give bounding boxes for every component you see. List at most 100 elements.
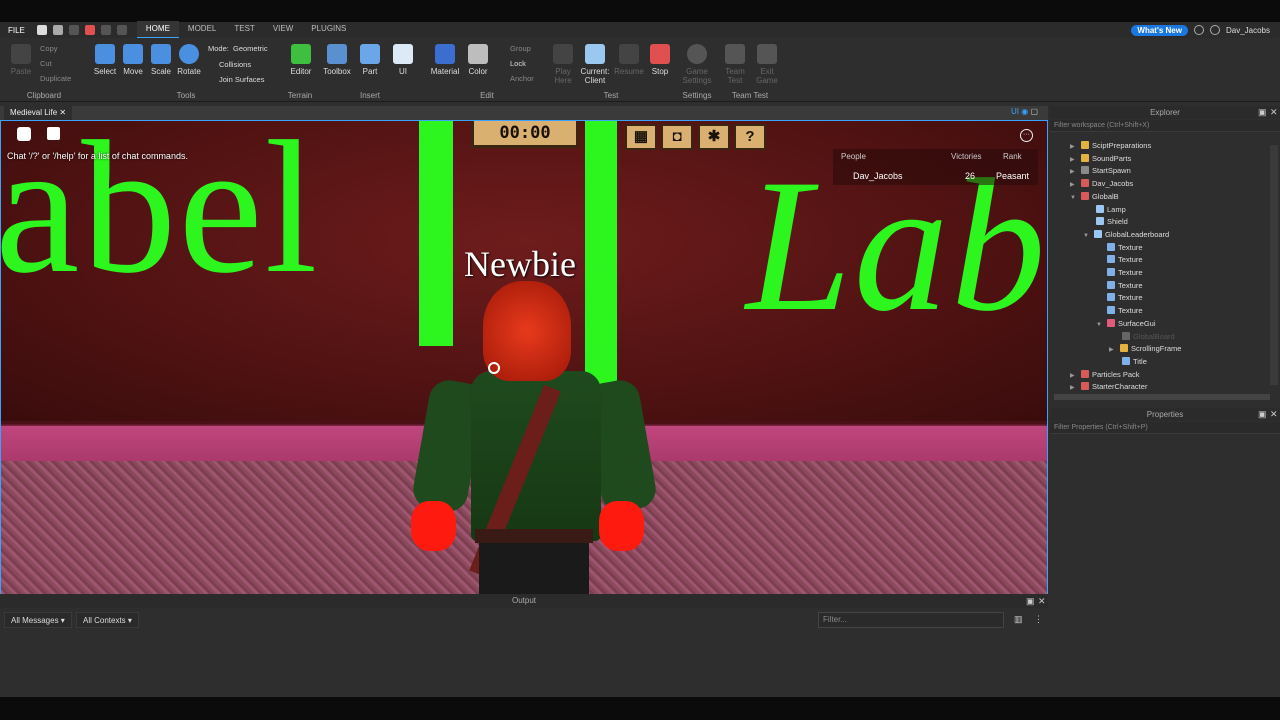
tree-node[interactable]: Lamp xyxy=(1096,204,1126,217)
ui-button[interactable]: UI xyxy=(386,44,420,76)
model-icon xyxy=(1081,179,1089,188)
test-label: Test xyxy=(603,91,619,100)
resume-button[interactable]: Resume xyxy=(612,44,646,76)
color-button[interactable]: Color xyxy=(461,44,495,76)
undock-icon[interactable]: ▣ xyxy=(1258,409,1267,420)
file-menu[interactable]: FILE xyxy=(0,26,33,35)
group-button[interactable]: Group xyxy=(510,44,531,53)
game-settings-button[interactable]: Game Settings xyxy=(680,44,714,85)
terrain-editor-button[interactable]: Editor xyxy=(284,44,318,76)
play-here-button[interactable]: Play Here xyxy=(546,44,580,85)
binoculars-icon[interactable] xyxy=(52,25,63,35)
more-icon[interactable]: ⋮ xyxy=(1034,614,1043,625)
clear-output-icon[interactable]: ▥ xyxy=(1014,614,1023,625)
close-icon[interactable]: ✕ xyxy=(59,108,66,117)
tree-node[interactable]: ▶ StarterCharacter xyxy=(1070,381,1147,394)
more-options-icon[interactable]: ··· xyxy=(1020,129,1033,142)
tree-node[interactable]: ▼ GlobalB xyxy=(1070,191,1119,204)
rotate-button[interactable]: Rotate xyxy=(172,44,206,76)
redo-icon[interactable] xyxy=(116,25,127,35)
properties-filter-input[interactable]: Filter Properties (Ctrl+Shift+P) xyxy=(1050,422,1280,434)
part-icon xyxy=(1096,217,1104,226)
material-icon xyxy=(435,44,455,64)
tab-view[interactable]: VIEW xyxy=(264,21,302,39)
part-button[interactable]: Part xyxy=(353,44,387,76)
tree-node[interactable]: Shield xyxy=(1096,216,1128,229)
output-filter-input[interactable]: Filter... xyxy=(818,612,1004,628)
tab-test[interactable]: TEST xyxy=(225,21,263,39)
material-button[interactable]: Material xyxy=(428,44,462,76)
team-test-group: Team Test Exit Game Team Test xyxy=(718,38,782,102)
tree-node[interactable]: Title xyxy=(1122,356,1147,369)
tree-node[interactable]: Texture xyxy=(1107,292,1143,305)
play-icon[interactable] xyxy=(68,25,79,35)
undock-icon[interactable]: ▣ xyxy=(1258,107,1267,118)
tree-node[interactable]: ▶ StartSpawn xyxy=(1070,165,1131,178)
whats-new-button[interactable]: What's New xyxy=(1131,24,1188,36)
viewport-tab-bar: Medieval Life ✕ UI ◉ ▢ xyxy=(0,106,1048,120)
copy-button[interactable]: Copy xyxy=(40,44,58,53)
duplicate-button[interactable]: Duplicate xyxy=(40,74,71,83)
close-icon[interactable]: ✕ xyxy=(1270,409,1278,420)
tree-node[interactable]: ▶ Dav_Jacobs xyxy=(1070,178,1133,191)
current-client-button[interactable]: Current: Client xyxy=(578,44,612,85)
tree-node[interactable]: ▶ Particles Pack xyxy=(1070,369,1140,382)
inventory-button[interactable]: ◘ xyxy=(661,124,693,150)
tree-node[interactable]: Texture xyxy=(1107,305,1143,318)
shop-button[interactable]: ▦ xyxy=(625,124,657,150)
anchor-button[interactable]: Anchor xyxy=(510,74,534,83)
lb-player-name[interactable]: Dav_Jacobs xyxy=(853,171,903,181)
explorer-hscrollbar[interactable] xyxy=(1054,394,1270,400)
tab-plugins[interactable]: PLUGINS xyxy=(302,21,355,39)
texture-icon xyxy=(1107,280,1115,289)
tree-node[interactable]: ▼ SurfaceGui xyxy=(1096,318,1156,331)
tab-home[interactable]: HOME xyxy=(136,21,179,39)
tree-node[interactable]: Texture xyxy=(1107,242,1143,255)
help-icon[interactable] xyxy=(1193,25,1204,35)
explorer-filter-input[interactable]: Filter workspace (Ctrl+Shift+X) xyxy=(1050,120,1280,132)
team-test-button[interactable]: Team Test xyxy=(718,44,752,85)
explorer-scrollbar[interactable] xyxy=(1270,145,1278,385)
tree-node[interactable]: ▶ SciptPreparations xyxy=(1070,140,1151,153)
game-viewport[interactable]: abel Lab Newbie Chat '/?' or '/help' for… xyxy=(0,120,1048,610)
tab-medieval-life[interactable]: Medieval Life ✕ xyxy=(4,106,73,120)
tree-node[interactable]: Texture xyxy=(1107,267,1143,280)
tab-model[interactable]: MODEL xyxy=(179,21,225,39)
ui-toggle[interactable]: UI ◉ ▢ xyxy=(1011,107,1038,116)
tree-node[interactable]: ▶ SoundParts xyxy=(1070,153,1131,166)
collisions-toggle[interactable]: Collisions xyxy=(219,60,251,69)
exit-game-button[interactable]: Exit Game xyxy=(750,44,784,85)
cut-button[interactable]: Cut xyxy=(40,59,52,68)
tree-node[interactable]: Texture xyxy=(1107,254,1143,267)
settings-button[interactable]: ✱ xyxy=(698,124,730,150)
new-file-icon[interactable] xyxy=(36,25,47,35)
undock-icon[interactable]: ▣ xyxy=(1026,596,1035,607)
share-icon[interactable] xyxy=(1209,25,1220,35)
close-icon[interactable]: ✕ xyxy=(1270,107,1278,118)
maximize-icon[interactable]: ▢ xyxy=(1030,107,1038,116)
messages-filter-dropdown[interactable]: All Messages ▾ xyxy=(4,612,72,628)
tree-node[interactable]: GlobalBoard xyxy=(1122,331,1175,344)
stop-button[interactable]: Stop xyxy=(643,44,677,76)
chat-icon[interactable] xyxy=(47,127,60,140)
stop-icon[interactable] xyxy=(84,25,95,35)
contexts-filter-dropdown[interactable]: All Contexts ▾ xyxy=(76,612,139,628)
model-icon xyxy=(1081,382,1089,391)
help-button[interactable]: ? xyxy=(734,124,766,150)
user-name[interactable]: Dav_Jacobs xyxy=(1226,26,1270,35)
model-icon xyxy=(1081,191,1089,200)
tree-node[interactable]: ▶ ScrollingFrame xyxy=(1109,343,1181,356)
undo-icon[interactable] xyxy=(100,25,111,35)
roblox-menu-icon[interactable] xyxy=(17,127,31,141)
texture-icon xyxy=(1107,306,1115,315)
mode-dropdown[interactable]: Geometric xyxy=(233,44,268,53)
close-icon[interactable]: ✕ xyxy=(1038,596,1046,607)
ui-icon xyxy=(393,44,413,64)
toolbox-button[interactable]: Toolbox xyxy=(320,44,354,76)
join-surfaces-toggle[interactable]: Join Surfaces xyxy=(219,75,264,84)
part-icon xyxy=(360,44,380,64)
paste-button[interactable]: Paste xyxy=(4,44,38,76)
lock-button[interactable]: Lock xyxy=(510,59,526,68)
tree-node[interactable]: Texture xyxy=(1107,280,1143,293)
tree-node[interactable]: ▼ GlobalLeaderboard xyxy=(1083,229,1169,242)
